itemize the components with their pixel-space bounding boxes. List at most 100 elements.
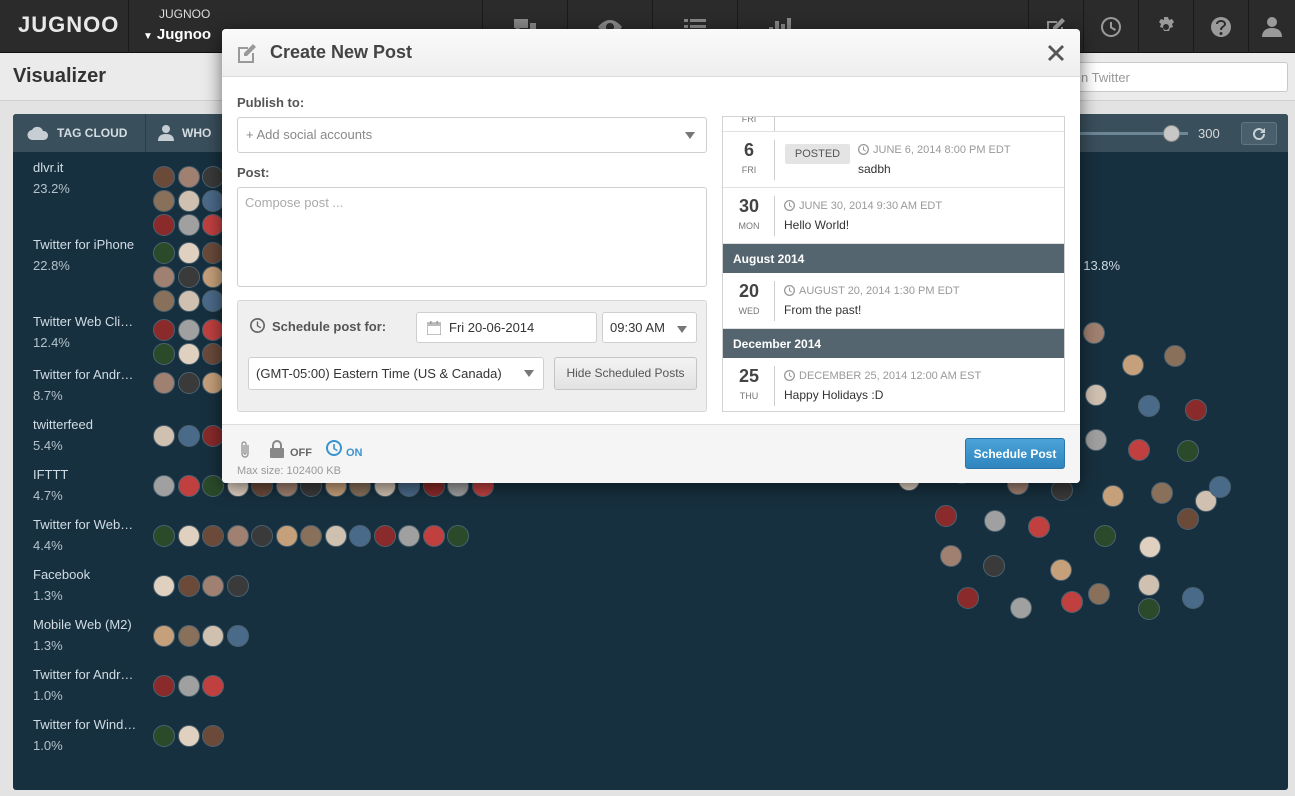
scheduled-post-item[interactable]: 30 MON JUNE 30, 2014 9:30 AM EDT Hello Worl… [723,188,1064,244]
avatar[interactable] [1138,574,1160,596]
avatar[interactable] [202,475,224,497]
avatar[interactable] [153,343,175,365]
search-input[interactable]: n Twitter [1070,62,1288,92]
avatar[interactable] [1061,591,1083,613]
avatar[interactable] [177,575,200,597]
avatar[interactable] [177,525,200,547]
avatar[interactable] [177,675,200,697]
avatar[interactable] [275,525,298,547]
avatar[interactable] [422,525,445,547]
avatar[interactable] [153,725,175,747]
scheduled-post-item[interactable]: 6 FRI POSTED JUNE 6, 2014 8:00 PM EDT sadbh [723,132,1064,188]
avatar[interactable] [177,343,200,365]
social-accounts-select[interactable]: + Add social accounts [237,117,707,153]
avatar[interactable] [202,242,224,264]
avatar[interactable] [1139,536,1161,558]
avatar[interactable] [1185,399,1207,421]
avatar[interactable] [153,319,175,341]
avatar[interactable] [300,525,322,547]
avatar[interactable] [957,587,979,609]
avatar[interactable] [177,625,200,647]
source-row[interactable]: Twitter for Andr… 8.7% [33,367,143,403]
source-row[interactable]: twitterfeed 5.4% [33,417,143,453]
avatar[interactable] [1102,485,1124,507]
avatar[interactable] [202,625,224,647]
avatar[interactable] [373,525,396,547]
avatar[interactable] [177,214,200,236]
avatar[interactable] [1177,508,1199,530]
source-row[interactable]: Mobile Web (M2) 1.3% [33,617,143,653]
avatar[interactable] [1138,395,1160,417]
avatar[interactable] [226,625,249,647]
avatar[interactable] [153,475,175,497]
avatar[interactable] [202,266,224,288]
avatar[interactable] [1085,429,1107,451]
source-row[interactable]: Twitter for Andr… 1.0% [33,667,143,703]
avatar[interactable] [202,425,224,447]
avatar[interactable] [177,425,200,447]
source-row[interactable]: Twitter Web Cli… 12.4% [33,314,143,350]
account-name[interactable]: ▼ Jugnoo [143,26,211,43]
source-row[interactable]: Twitter for iPhone 22.8% [33,237,143,273]
avatar[interactable] [1010,597,1032,619]
avatar[interactable] [1085,384,1107,406]
avatar[interactable] [153,266,175,288]
tab-tag-cloud[interactable]: TAG CLOUD [27,114,127,152]
avatar[interactable] [153,214,175,236]
avatar[interactable] [1050,559,1072,581]
avatar[interactable] [202,525,224,547]
app-logo[interactable]: JUGNOO [18,12,119,38]
paperclip-icon[interactable] [239,440,251,460]
scheduled-post-item[interactable]: 25 THU DECEMBER 25, 2014 12:00 AM EST Happy… [723,358,1064,411]
avatar[interactable] [177,190,200,212]
avatar[interactable] [202,725,224,747]
clock-icon[interactable] [326,440,342,456]
avatar[interactable] [177,290,200,312]
avatar[interactable] [202,166,224,188]
avatar[interactable] [177,166,200,188]
avatar[interactable] [1128,439,1150,461]
time-select[interactable]: 09:30 AM [602,312,697,343]
schedule-nav-button[interactable] [1083,0,1138,53]
avatar[interactable] [226,525,249,547]
avatar[interactable] [984,510,1006,532]
avatar[interactable] [1094,525,1116,547]
avatar[interactable] [1122,354,1144,376]
timezone-select[interactable]: (GMT-05:00) Eastern Time (US & Canada) [248,357,544,390]
avatar[interactable] [153,166,175,188]
avatar[interactable] [935,505,957,527]
avatar[interactable] [202,575,224,597]
avatar[interactable] [153,525,175,547]
avatar[interactable] [1028,516,1050,538]
scheduled-post-item[interactable]: 20 WED AUGUST 20, 2014 1:30 PM EDT From the… [723,273,1064,329]
avatar[interactable] [202,319,224,341]
settings-nav-button[interactable] [1138,0,1193,53]
avatar[interactable] [324,525,347,547]
avatar[interactable] [983,555,1005,577]
source-row[interactable]: dlvr.it 23.2% [33,160,143,196]
avatar[interactable] [1138,598,1160,620]
avatar[interactable] [1177,440,1199,462]
lock-icon[interactable] [269,440,285,458]
avatar[interactable] [1151,482,1173,504]
avatar[interactable] [153,575,175,597]
avatar[interactable] [177,725,200,747]
avatar[interactable] [349,525,371,547]
source-row[interactable]: IFTTT 4.7% [33,467,143,503]
hide-scheduled-posts-button[interactable]: Hide Scheduled Posts [554,357,697,390]
close-icon[interactable] [1048,45,1064,61]
avatar[interactable] [1209,476,1231,498]
avatar[interactable] [153,425,175,447]
profile-nav-button[interactable] [1248,0,1295,53]
avatar[interactable] [1164,345,1186,367]
avatar[interactable] [251,525,273,547]
refresh-button[interactable] [1241,122,1277,145]
source-row[interactable]: Twitter for Wind… 1.0% [33,717,143,753]
avatar[interactable] [177,372,200,394]
avatar[interactable] [940,545,962,567]
avatar[interactable] [202,372,224,394]
avatar[interactable] [153,290,175,312]
avatar[interactable] [177,266,200,288]
avatar[interactable] [398,525,420,547]
slider-handle[interactable] [1163,125,1180,142]
